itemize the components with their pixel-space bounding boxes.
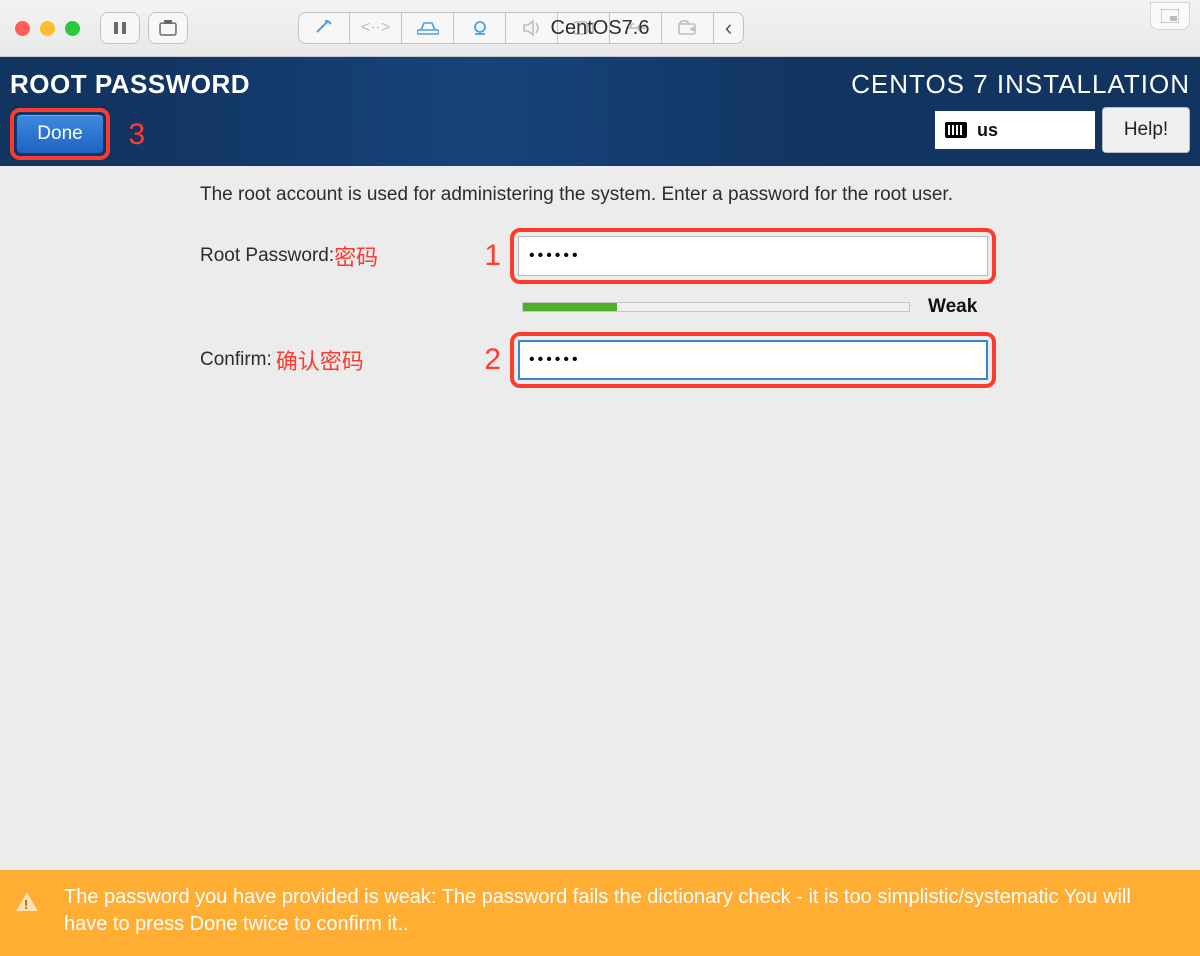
help-button[interactable]: Help! (1102, 107, 1190, 153)
content-area: The root account is used for administeri… (0, 166, 1200, 956)
sound-icon[interactable] (506, 12, 558, 44)
password-strength-label: Weak (928, 296, 977, 318)
annotation-number-1: 1 (484, 239, 501, 273)
warning-text: The password you have provided is weak: … (64, 884, 1170, 938)
snapshot-button[interactable] (148, 12, 188, 44)
keyboard-layout-indicator[interactable]: us (935, 111, 1095, 149)
share-folder-icon[interactable] (662, 12, 714, 44)
close-window-icon[interactable] (15, 21, 30, 36)
video-device-icon[interactable] (558, 12, 610, 44)
back-button[interactable]: ‹ (714, 12, 744, 44)
annotation-number-3: 3 (128, 118, 145, 152)
zoom-window-icon[interactable] (65, 21, 80, 36)
annotation-number-2: 2 (484, 343, 501, 377)
password-strength-meter (522, 302, 910, 312)
annotation-zh-confirm: 确认密码 (276, 344, 364, 376)
keyboard-icon (945, 122, 967, 138)
pause-vm-button[interactable] (100, 12, 140, 44)
vm-toolbar: <··> ‹ CentOS7.6 (0, 0, 1200, 57)
confirm-password-label: Confirm: (200, 349, 272, 371)
confirm-password-input[interactable] (518, 340, 988, 380)
settings-icon[interactable] (298, 12, 350, 44)
password-strength-row: Weak (522, 296, 1200, 318)
hard-disk-icon[interactable] (402, 12, 454, 44)
root-password-row: Root Password: 密码 1 (0, 228, 1200, 284)
installer-brand-title: CENTOS 7 INSTALLATION (851, 69, 1190, 100)
annotation-box-2 (510, 332, 996, 388)
picture-in-picture-button[interactable] (1150, 2, 1190, 30)
confirm-password-row: Confirm: 确认密码 2 (0, 332, 1200, 388)
annotation-zh-password: 密码 (334, 240, 378, 272)
explanation-text: The root account is used for administeri… (0, 166, 1200, 206)
annotation-box-3: Done (10, 108, 110, 160)
usb-icon[interactable] (610, 12, 662, 44)
installer-header: ROOT PASSWORD Done 3 CENTOS 7 INSTALLATI… (0, 57, 1200, 166)
keyboard-layout-label: us (977, 120, 998, 141)
done-button[interactable]: Done (16, 114, 104, 154)
warning-bar: The password you have provided is weak: … (0, 870, 1200, 956)
root-password-label: Root Password: (200, 245, 334, 267)
warning-icon (16, 892, 38, 911)
network-icon[interactable]: <··> (350, 12, 402, 44)
window-controls (0, 21, 80, 36)
root-password-input[interactable] (518, 236, 988, 276)
camera-icon[interactable] (454, 12, 506, 44)
device-button-group: <··> ‹ (298, 12, 744, 44)
minimize-window-icon[interactable] (40, 21, 55, 36)
annotation-box-1 (510, 228, 996, 284)
